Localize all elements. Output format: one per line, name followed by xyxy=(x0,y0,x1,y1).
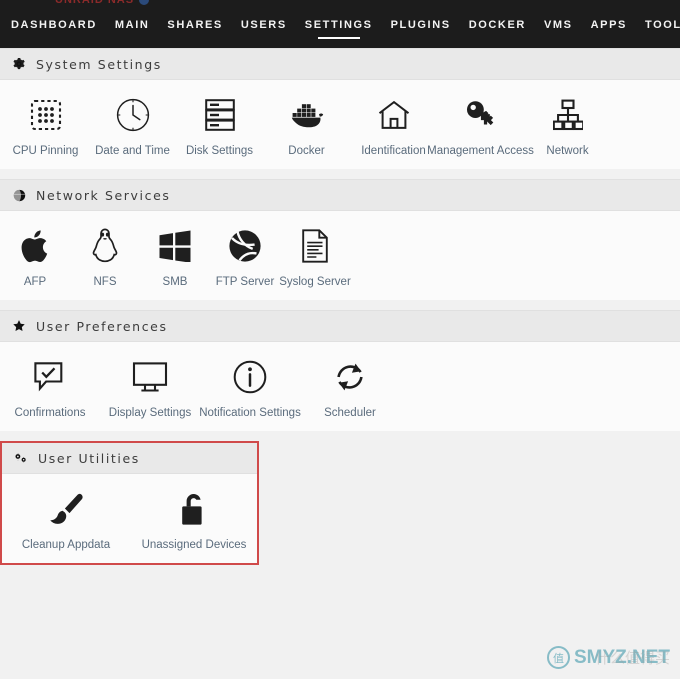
tile-label: Disk Settings xyxy=(185,145,254,157)
tile-label: Scheduler xyxy=(324,407,376,419)
tile-syslog-server[interactable]: Syslog Server xyxy=(279,225,351,288)
section-body-user-preferences: Confirmations Display Settings Notificat… xyxy=(0,342,680,431)
section-header-user-utilities: User Utilities xyxy=(2,443,257,474)
tile-confirmations[interactable]: Confirmations xyxy=(0,356,100,419)
disk-stack-icon xyxy=(204,94,236,136)
tile-management-access[interactable]: Management Access xyxy=(427,94,534,157)
nav-item-shares[interactable]: SHARES xyxy=(158,18,231,32)
main-nav: DASHBOARD MAIN SHARES USERS SETTINGS PLUGINS D… xyxy=(0,18,680,32)
apple-icon xyxy=(20,225,50,267)
clock-icon xyxy=(115,94,151,136)
tile-label: CPU Pinning xyxy=(12,145,79,157)
tile-date-and-time[interactable]: Date and Time xyxy=(89,94,176,157)
watermark: 什么值得买 值 SMYZ.NET xyxy=(546,646,670,669)
tile-label: Display Settings xyxy=(108,407,192,419)
tile-cpu-pinning[interactable]: CPU Pinning xyxy=(2,94,89,157)
tile-label: Date and Time xyxy=(95,145,170,157)
tile-label: Network xyxy=(546,145,589,157)
section-header-network-services: Network Services xyxy=(0,179,680,211)
tile-network[interactable]: Network xyxy=(524,94,611,157)
nav-item-docker[interactable]: DOCKER xyxy=(460,18,535,32)
watermark-badge-icon: 值 xyxy=(546,646,570,669)
cpu-pinning-icon xyxy=(29,94,63,136)
tile-unassigned-devices[interactable]: Unassigned Devices xyxy=(130,488,258,551)
globe-icon xyxy=(12,188,26,202)
windows-icon xyxy=(158,225,192,267)
tile-smb[interactable]: SMB xyxy=(140,225,210,288)
section-system-settings: System Settings CPU Pinning Date and Tim… xyxy=(0,48,680,169)
section-user-utilities: User Utilities Cleanup Appdata Unassigne… xyxy=(0,441,259,565)
section-user-preferences: User Preferences Confirmations Display S… xyxy=(0,310,680,431)
tile-label: NFS xyxy=(93,276,117,288)
section-title: User Utilities xyxy=(38,450,140,466)
nav-item-tools[interactable]: TOOLS xyxy=(636,18,680,32)
brand-strip: UNRAID NAS xyxy=(55,0,150,6)
tile-label: Confirmations xyxy=(14,407,86,419)
tile-nfs[interactable]: NFS xyxy=(70,225,140,288)
tile-label: FTP Server xyxy=(215,276,275,288)
tile-identification[interactable]: Identification xyxy=(350,94,437,157)
comment-check-icon xyxy=(33,356,67,398)
section-title: System Settings xyxy=(36,56,162,72)
globe-badge-icon xyxy=(139,0,150,5)
tile-disk-settings[interactable]: Disk Settings xyxy=(176,94,263,157)
tile-label: Docker xyxy=(288,145,325,157)
docker-whale-icon xyxy=(288,94,326,136)
section-body-user-utilities: Cleanup Appdata Unassigned Devices xyxy=(2,474,257,563)
tile-display-settings[interactable]: Display Settings xyxy=(100,356,200,419)
section-title: Network Services xyxy=(36,187,171,203)
tile-label: Identification xyxy=(361,145,426,157)
tile-docker[interactable]: Docker xyxy=(263,94,350,157)
home-icon xyxy=(377,94,411,136)
brand-title: UNRAID NAS xyxy=(55,0,135,6)
star-icon xyxy=(12,319,26,333)
tile-label: SMB xyxy=(162,276,188,288)
refresh-cycle-icon xyxy=(333,356,367,398)
nav-item-apps[interactable]: APPS xyxy=(582,18,636,32)
section-body-system-settings: CPU Pinning Date and Time Disk Settings xyxy=(0,80,680,169)
document-lines-icon xyxy=(301,225,329,267)
monitor-icon xyxy=(132,356,168,398)
section-body-network-services: AFP NFS SMB FTP Server Syslog Server xyxy=(0,211,680,300)
tile-label: Unassigned Devices xyxy=(141,539,247,551)
unlock-icon xyxy=(180,488,208,530)
tile-scheduler[interactable]: Scheduler xyxy=(300,356,400,419)
top-navigation-bar: UNRAID NAS DASHBOARD MAIN SHARES USERS SETTI… xyxy=(0,0,680,48)
section-network-services: Network Services AFP NFS SMB FTP Server xyxy=(0,179,680,300)
tile-afp[interactable]: AFP xyxy=(0,225,70,288)
linux-penguin-icon xyxy=(91,225,119,267)
info-circle-icon xyxy=(233,356,267,398)
nav-item-vms[interactable]: VMS xyxy=(535,18,582,32)
section-header-user-preferences: User Preferences xyxy=(0,310,680,342)
tile-label: Management Access xyxy=(427,145,534,157)
nav-item-plugins[interactable]: PLUGINS xyxy=(382,18,460,32)
sitemap-icon xyxy=(552,94,583,136)
network-ball-icon xyxy=(228,225,262,267)
key-icon xyxy=(464,94,498,136)
tile-label: Cleanup Appdata xyxy=(21,539,111,551)
tile-ftp-server[interactable]: FTP Server xyxy=(210,225,280,288)
nav-item-users[interactable]: USERS xyxy=(232,18,296,32)
tile-label: Syslog Server xyxy=(279,276,351,288)
tile-label: AFP xyxy=(23,276,47,288)
tile-label: Notification Settings xyxy=(199,407,301,419)
watermark-subtext: 什么值得买 xyxy=(594,649,670,667)
section-header-system-settings: System Settings xyxy=(0,48,680,80)
nav-item-dashboard[interactable]: DASHBOARD xyxy=(2,18,106,32)
nav-item-main[interactable]: MAIN xyxy=(106,18,159,32)
section-title: User Preferences xyxy=(36,318,168,334)
paintbrush-icon xyxy=(48,488,84,530)
sliders-gears-icon xyxy=(14,451,28,465)
gear-icon xyxy=(12,57,26,71)
tile-notification-settings[interactable]: Notification Settings xyxy=(199,356,301,419)
nav-item-settings[interactable]: SETTINGS xyxy=(296,18,382,32)
tile-cleanup-appdata[interactable]: Cleanup Appdata xyxy=(2,488,130,551)
